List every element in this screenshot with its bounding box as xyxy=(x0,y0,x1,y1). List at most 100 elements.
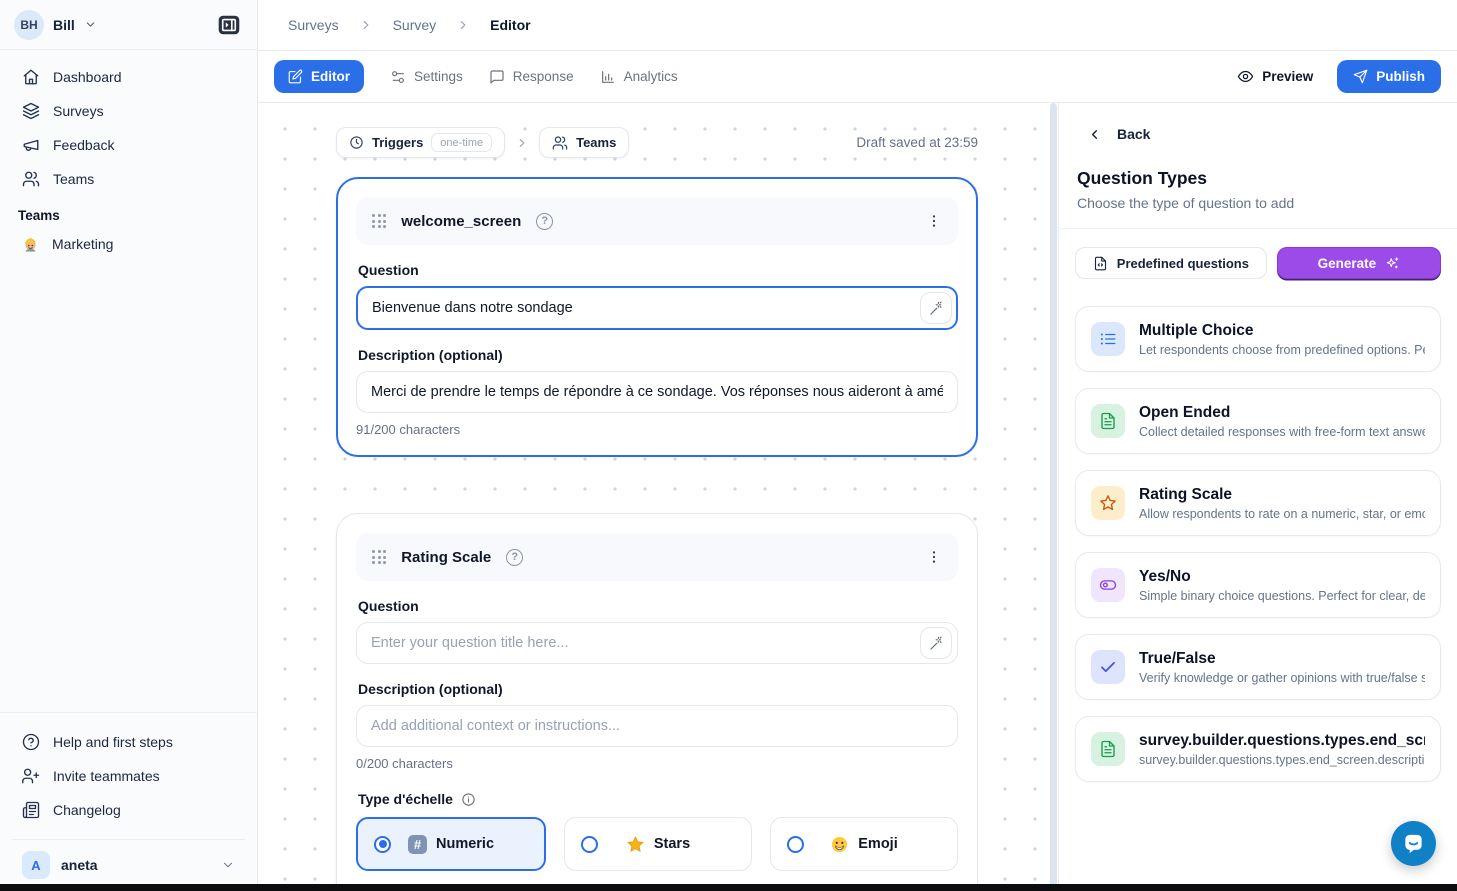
star-outline-icon xyxy=(1099,494,1117,512)
divider xyxy=(1059,228,1457,229)
radio-icon xyxy=(581,836,598,853)
publish-button[interactable]: Publish xyxy=(1337,60,1441,93)
canvas-scrollbar[interactable] xyxy=(1050,103,1057,891)
sidebar-item-feedback[interactable]: Feedback xyxy=(12,128,245,162)
description-label: Description (optional) xyxy=(358,681,956,697)
sidebar-item-label: Feedback xyxy=(53,137,114,153)
help-icon[interactable]: ? xyxy=(506,549,523,566)
sidebar-item-label: Dashboard xyxy=(53,69,122,85)
sidebar-item-label: Help and first steps xyxy=(53,734,173,750)
question-type-multiple-choice[interactable]: Multiple Choice Let respondents choose f… xyxy=(1075,306,1441,372)
drag-handle-icon[interactable] xyxy=(372,550,386,564)
draft-status: Draft saved at 23:59 xyxy=(856,135,978,150)
scale-option-stars[interactable]: Stars xyxy=(564,817,752,871)
button-label: Generate xyxy=(1318,256,1377,271)
chat-widget-button[interactable] xyxy=(1391,821,1436,866)
workspace-name: Bill xyxy=(53,17,75,33)
sidebar-item-invite[interactable]: Invite teammates xyxy=(12,759,245,793)
team-label: Marketing xyxy=(52,236,113,252)
chevron-left-icon xyxy=(1087,127,1102,142)
chevron-down-icon xyxy=(221,858,235,872)
chat-smile-icon xyxy=(1402,832,1425,855)
sidebar-item-teams[interactable]: Teams xyxy=(12,162,245,196)
smiley-icon xyxy=(830,835,849,854)
panel-subtitle: Choose the type of question to add xyxy=(1077,195,1439,211)
question-type-open-ended[interactable]: Open Ended Collect detailed responses wi… xyxy=(1075,388,1441,454)
newspaper-icon xyxy=(22,801,40,819)
bar-chart-icon xyxy=(600,69,616,85)
document-icon xyxy=(1099,412,1117,430)
card-header: Rating Scale ? xyxy=(356,533,958,581)
sidebar-item-label: Teams xyxy=(53,171,94,187)
question-type-description: Collect detailed responses with free-for… xyxy=(1139,425,1425,439)
drag-handle-icon[interactable] xyxy=(372,214,386,228)
workspace-switcher[interactable]: BH Bill xyxy=(0,0,257,50)
triggers-chip[interactable]: Triggers one-time xyxy=(336,127,505,158)
chevron-down-icon xyxy=(84,18,97,31)
card-menu-button[interactable] xyxy=(926,213,942,229)
sidebar: BH Bill Dashboard Surveys xyxy=(0,0,258,891)
question-type-title: survey.builder.questions.types.end_scr..… xyxy=(1139,732,1425,750)
rating-scale-card[interactable]: Rating Scale ? Question Description (opt… xyxy=(336,513,978,891)
scale-type-label: Type d'échelle xyxy=(358,791,453,807)
predefined-questions-button[interactable]: Predefined questions xyxy=(1075,247,1267,279)
preview-button[interactable]: Preview xyxy=(1237,68,1313,85)
breadcrumb-editor: Editor xyxy=(490,17,530,33)
sidebar-item-dashboard[interactable]: Dashboard xyxy=(12,60,245,94)
question-input[interactable] xyxy=(356,622,958,664)
trigger-type-badge: one-time xyxy=(431,133,492,152)
radio-icon xyxy=(787,836,804,853)
question-types-panel: Back Question Types Choose the type of q… xyxy=(1058,103,1457,891)
scale-option-emoji[interactable]: Emoji xyxy=(770,817,958,871)
tab-editor[interactable]: Editor xyxy=(274,60,364,93)
ellipsis-vertical-icon xyxy=(926,213,942,229)
ellipsis-vertical-icon xyxy=(926,549,942,565)
option-label: Numeric xyxy=(436,836,494,852)
back-button[interactable]: Back xyxy=(1075,103,1441,142)
sidebar-team-marketing[interactable]: Marketing xyxy=(12,227,245,261)
sidebar-item-help[interactable]: Help and first steps xyxy=(12,725,245,759)
megaphone-icon xyxy=(22,136,40,154)
welcome-screen-card[interactable]: welcome_screen ? Question Description (o… xyxy=(336,177,978,457)
tab-analytics[interactable]: Analytics xyxy=(600,69,678,85)
users-icon xyxy=(552,135,568,151)
triggers-chip-label: Triggers xyxy=(372,135,423,150)
editor-canvas: Triggers one-time Teams Draft saved at 2… xyxy=(258,103,1058,891)
question-type-end-screen[interactable]: survey.builder.questions.types.end_scr..… xyxy=(1075,716,1441,782)
breadcrumb-surveys[interactable]: Surveys xyxy=(288,17,339,33)
question-type-description: Allow respondents to rate on a numeric, … xyxy=(1139,507,1425,521)
numeric-keycap-icon: # xyxy=(408,835,427,854)
breadcrumb-survey[interactable]: Survey xyxy=(393,17,437,33)
help-icon[interactable]: ? xyxy=(536,213,553,230)
sidebar-item-changelog[interactable]: Changelog xyxy=(12,793,245,827)
eye-icon xyxy=(1237,68,1254,85)
sparkles-icon xyxy=(1385,256,1400,271)
option-label: Stars xyxy=(654,836,690,852)
question-input[interactable] xyxy=(356,286,958,330)
description-input[interactable] xyxy=(356,371,958,413)
radio-icon xyxy=(374,836,391,853)
question-type-yes-no[interactable]: Yes/No Simple binary choice questions. P… xyxy=(1075,552,1441,618)
scale-option-numeric[interactable]: # Numeric xyxy=(356,817,546,871)
panel-title: Question Types xyxy=(1077,168,1439,189)
sidebar-collapse-button[interactable] xyxy=(213,9,245,41)
scale-type-options: # Numeric Stars Emoji xyxy=(356,817,958,871)
teams-chip-label: Teams xyxy=(576,135,616,150)
toggle-icon xyxy=(1099,576,1117,594)
description-label: Description (optional) xyxy=(358,347,956,363)
tab-settings[interactable]: Settings xyxy=(390,69,463,85)
teams-section-label: Teams xyxy=(0,196,257,227)
workspace-avatar: BH xyxy=(14,10,44,40)
question-type-true-false[interactable]: True/False Verify knowledge or gather op… xyxy=(1075,634,1441,700)
card-menu-button[interactable] xyxy=(926,549,942,565)
description-input[interactable] xyxy=(356,705,958,747)
card-title: Rating Scale xyxy=(401,549,491,566)
ai-rewrite-button[interactable] xyxy=(920,292,952,324)
generate-button[interactable]: Generate xyxy=(1277,247,1441,279)
sidebar-item-surveys[interactable]: Surveys xyxy=(12,94,245,128)
question-type-rating-scale[interactable]: Rating Scale Allow respondents to rate o… xyxy=(1075,470,1441,536)
tab-response[interactable]: Response xyxy=(489,69,574,85)
ai-rewrite-button[interactable] xyxy=(920,627,952,659)
question-type-list: Multiple Choice Let respondents choose f… xyxy=(1075,306,1441,782)
teams-chip[interactable]: Teams xyxy=(539,127,629,158)
